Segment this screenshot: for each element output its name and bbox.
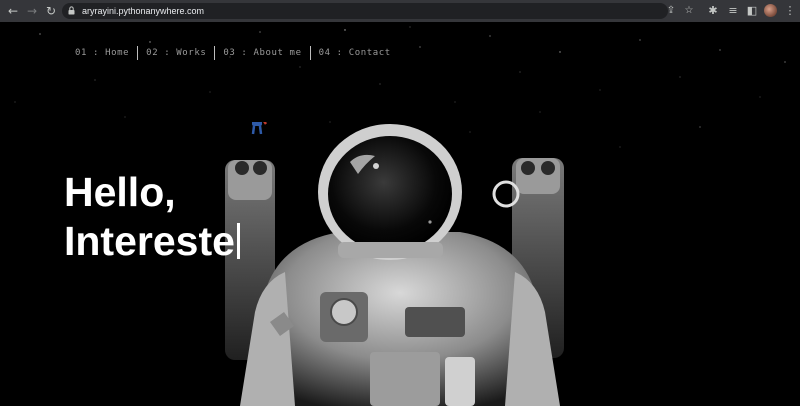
back-icon[interactable]: ← xyxy=(5,3,21,19)
profile-avatar[interactable] xyxy=(764,4,777,17)
url-text: aryrayini.pythonanywhere.com xyxy=(82,6,205,16)
hero-line-1: Hello, xyxy=(64,169,176,215)
hero-heading: Hello, Intereste xyxy=(64,168,240,266)
typed-text: Intereste xyxy=(64,218,235,264)
menu-dots-icon[interactable]: ⋮ xyxy=(782,3,798,19)
page-viewport: 01 : Home 02 : Works 03 : About me 04 : … xyxy=(0,22,800,406)
nav-divider xyxy=(137,46,139,60)
main-nav: 01 : Home 02 : Works 03 : About me 04 : … xyxy=(75,46,391,60)
star-icon[interactable]: ☆ xyxy=(682,4,696,18)
browser-toolbar: ← → ↻ aryrayini.pythonanywhere.com ⇪ ☆ ✱… xyxy=(0,0,800,22)
extensions-icon[interactable]: ✱ xyxy=(705,3,721,19)
nav-works-link[interactable]: 02 : Works xyxy=(146,48,206,58)
side-panel-icon[interactable]: ◧ xyxy=(744,3,760,19)
nav-divider xyxy=(214,46,216,60)
reading-list-icon[interactable]: ≡ xyxy=(725,3,741,19)
nav-about-link[interactable]: 03 : About me xyxy=(223,48,301,58)
nav-divider xyxy=(309,46,311,60)
lock-icon xyxy=(68,6,75,15)
hero-line-2: Intereste xyxy=(64,217,240,266)
reload-icon[interactable]: ↻ xyxy=(43,3,59,19)
typing-cursor xyxy=(236,223,240,259)
share-icon[interactable]: ⇪ xyxy=(664,4,678,18)
nav-home-link[interactable]: 01 : Home xyxy=(75,48,129,58)
forward-icon[interactable]: → xyxy=(24,3,40,19)
address-bar[interactable]: aryrayini.pythonanywhere.com ⇪ ☆ xyxy=(62,3,693,19)
astronaut-image xyxy=(225,122,564,406)
nav-contact-link[interactable]: 04 : Contact xyxy=(319,48,391,58)
